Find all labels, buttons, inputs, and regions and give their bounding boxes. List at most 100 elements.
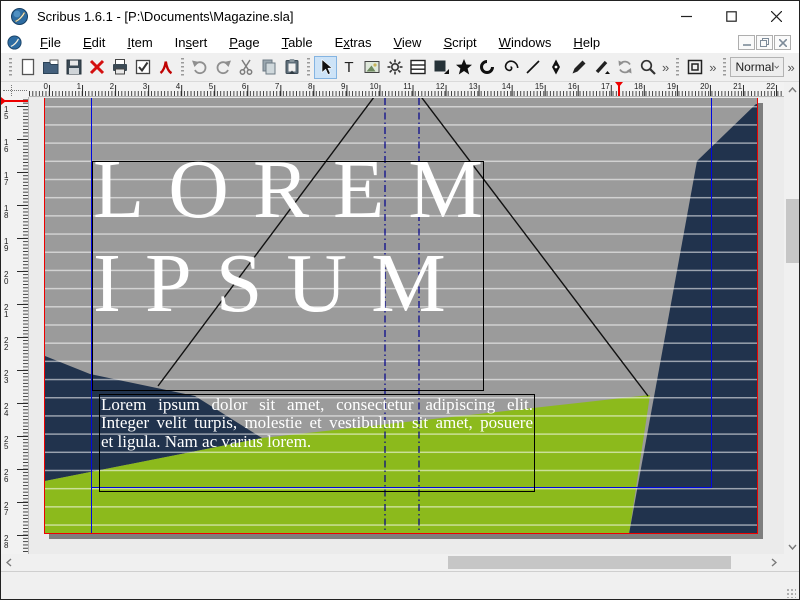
insert-table-button[interactable] bbox=[406, 56, 429, 79]
scroll-right-button[interactable] bbox=[766, 554, 782, 571]
ruler-number: 2 7 bbox=[4, 502, 8, 516]
document-icon bbox=[7, 35, 22, 50]
new-document-button[interactable] bbox=[16, 56, 39, 79]
document-page[interactable]: LOREM IPSUM Lorem ipsum dolor sit amet, … bbox=[44, 98, 758, 534]
horizontal-ruler[interactable]: 012345678910111213141516171819202122 bbox=[29, 82, 784, 97]
insert-bezier-button[interactable] bbox=[544, 56, 567, 79]
insert-polygon-button[interactable] bbox=[452, 56, 475, 79]
menu-item-page[interactable]: Page bbox=[218, 33, 270, 52]
ruler-number: 16 bbox=[568, 82, 577, 91]
rotate-icon bbox=[616, 58, 634, 76]
redo-icon bbox=[214, 58, 232, 76]
layer-mode-select[interactable]: Normal bbox=[730, 57, 784, 77]
close-button[interactable] bbox=[754, 1, 799, 31]
scroll-down-button[interactable] bbox=[784, 539, 800, 554]
insert-arc-button[interactable] bbox=[475, 56, 498, 79]
ruler-number: 1 6 bbox=[4, 139, 8, 153]
toolbar-handle[interactable] bbox=[305, 57, 312, 77]
ruler-number: 22 bbox=[766, 82, 775, 91]
mdi-close-button[interactable] bbox=[774, 35, 791, 50]
insert-render-frame-button[interactable] bbox=[383, 56, 406, 79]
insert-calligraphic-line-button[interactable] bbox=[590, 56, 613, 79]
cut-button[interactable] bbox=[234, 56, 257, 79]
spiral-icon bbox=[501, 58, 519, 76]
rotate-item-button[interactable] bbox=[613, 56, 636, 79]
canvas-viewport[interactable]: LOREM IPSUM Lorem ipsum dolor sit amet, … bbox=[29, 97, 784, 554]
print-button[interactable] bbox=[108, 56, 131, 79]
chevron-left-icon bbox=[6, 558, 12, 567]
mdi-minimize-button[interactable] bbox=[738, 35, 755, 50]
insert-text-frame-button[interactable]: T bbox=[337, 56, 360, 79]
mdi-restore-icon bbox=[760, 38, 769, 47]
headline-text: LOREM IPSUM bbox=[93, 143, 507, 331]
svg-text:T: T bbox=[344, 59, 353, 76]
toolbar-handle[interactable] bbox=[7, 57, 14, 77]
titlebar[interactable]: Scribus 1.6.1 - [P:\Documents\Magazine.s… bbox=[1, 1, 799, 31]
vertical-scrollbar[interactable] bbox=[784, 97, 800, 554]
insert-line-button[interactable] bbox=[521, 56, 544, 79]
export-pdf-button[interactable] bbox=[154, 56, 177, 79]
menu-item-windows[interactable]: Windows bbox=[488, 33, 563, 52]
undo-button[interactable] bbox=[188, 56, 211, 79]
close-document-icon bbox=[88, 58, 106, 76]
ruler-number: 13 bbox=[469, 82, 478, 91]
menu-item-table[interactable]: Table bbox=[271, 33, 324, 52]
menu-item-view[interactable]: View bbox=[382, 33, 432, 52]
horizontal-scrollbar[interactable] bbox=[1, 554, 800, 571]
toolbar-handle[interactable] bbox=[179, 57, 186, 77]
menu-item-help[interactable]: Help bbox=[562, 33, 611, 52]
menu-item-insert[interactable]: Insert bbox=[164, 33, 219, 52]
close-icon bbox=[771, 11, 782, 22]
ruler-number: 2 5 bbox=[4, 436, 8, 450]
copy-button[interactable] bbox=[257, 56, 280, 79]
toolbar-handle[interactable] bbox=[674, 57, 681, 77]
menu-item-item[interactable]: Item bbox=[116, 33, 163, 52]
table-icon bbox=[409, 58, 427, 76]
insert-image-frame-button[interactable] bbox=[360, 56, 383, 79]
redo-button[interactable] bbox=[211, 56, 234, 79]
ruler-number: 10 bbox=[370, 82, 379, 91]
paste-button[interactable] bbox=[280, 56, 303, 79]
vertical-scrollbar-thumb[interactable] bbox=[786, 199, 799, 263]
margin-guide-right bbox=[711, 98, 712, 488]
horizontal-scrollbar-track[interactable] bbox=[17, 554, 766, 571]
ruler-number: 2 8 bbox=[4, 535, 8, 549]
horizontal-scrollbar-thumb[interactable] bbox=[448, 556, 731, 569]
minimize-button[interactable] bbox=[664, 1, 709, 31]
select-item-button[interactable] bbox=[314, 56, 337, 79]
ruler-number: 3 bbox=[143, 82, 147, 91]
toolbar-overflow-chevron[interactable]: » bbox=[784, 60, 797, 75]
resize-grip[interactable] bbox=[786, 588, 796, 598]
menu-item-file[interactable]: File bbox=[29, 33, 72, 52]
insert-shape-button[interactable] bbox=[429, 56, 452, 79]
toolbar-handle[interactable] bbox=[721, 57, 728, 77]
scribus-logo-icon bbox=[11, 8, 28, 25]
ruler-number: 18 bbox=[634, 82, 643, 91]
edit-contents-button[interactable] bbox=[683, 56, 706, 79]
zoom-tool-button[interactable] bbox=[636, 56, 659, 79]
scroll-left-button[interactable] bbox=[1, 554, 17, 571]
save-button[interactable] bbox=[62, 56, 85, 79]
insert-spiral-button[interactable] bbox=[498, 56, 521, 79]
arc-icon bbox=[478, 58, 496, 76]
open-button[interactable] bbox=[39, 56, 62, 79]
toolbar-overflow-chevron[interactable]: » bbox=[706, 60, 719, 75]
ruler-number: 2 bbox=[110, 82, 114, 91]
ruler-origin[interactable] bbox=[1, 82, 29, 97]
menu-item-extras[interactable]: Extras bbox=[324, 33, 383, 52]
body-text: Lorem ipsum dolor sit amet, consectetur … bbox=[101, 396, 533, 451]
vertical-ruler[interactable]: 1 51 61 71 81 92 02 12 22 32 42 52 62 72… bbox=[1, 97, 29, 554]
undo-icon bbox=[191, 58, 209, 76]
preflight-verifier-button[interactable] bbox=[131, 56, 154, 79]
insert-freehand-button[interactable] bbox=[567, 56, 590, 79]
menu-item-edit[interactable]: Edit bbox=[72, 33, 116, 52]
scroll-up-button[interactable] bbox=[784, 82, 800, 97]
mdi-restore-button[interactable] bbox=[756, 35, 773, 50]
chevron-down-icon bbox=[774, 64, 779, 70]
ruler-number: 19 bbox=[667, 82, 676, 91]
maximize-button[interactable] bbox=[709, 1, 754, 31]
calligraphy-brush-icon bbox=[593, 58, 611, 76]
toolbar-overflow-chevron[interactable]: » bbox=[659, 60, 672, 75]
menu-item-script[interactable]: Script bbox=[432, 33, 487, 52]
close-document-button[interactable] bbox=[85, 56, 108, 79]
